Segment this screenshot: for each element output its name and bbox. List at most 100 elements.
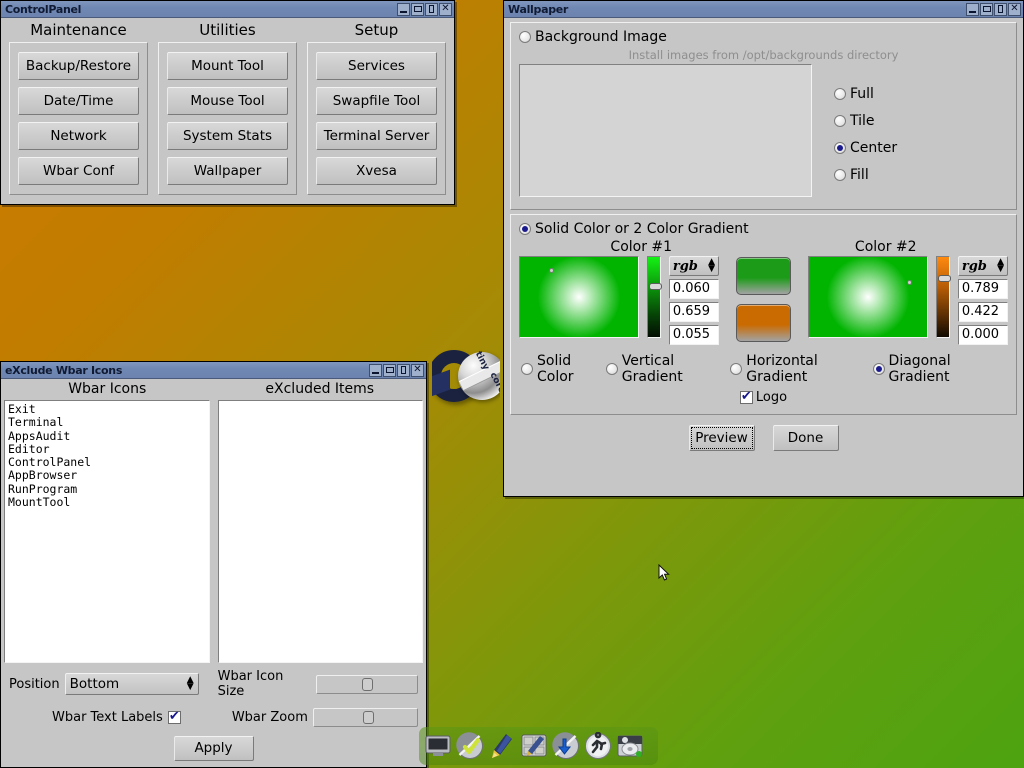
color1-hue-square[interactable] bbox=[519, 256, 639, 338]
color1-field-g[interactable]: 0.659 bbox=[669, 302, 719, 322]
color1-field-b[interactable]: 0.055 bbox=[669, 325, 719, 345]
color1-field-r[interactable]: 0.060 bbox=[669, 279, 719, 299]
control-panel-titlebar[interactable]: ControlPanel ✕ bbox=[1, 1, 454, 18]
slider-thumb[interactable] bbox=[649, 283, 662, 290]
btn-terminal-server[interactable]: Terminal Server bbox=[316, 122, 437, 150]
column-group: Services Swapfile Tool Terminal Server X… bbox=[307, 42, 446, 195]
radio-solid-color-or-gradient[interactable]: Solid Color or 2 Color Gradient bbox=[519, 221, 1008, 237]
position-label: Position bbox=[9, 677, 60, 692]
color2-field-b[interactable]: 0.000 bbox=[958, 325, 1008, 345]
color2-mode-label: rgb bbox=[962, 259, 987, 274]
color1-mode-select[interactable]: rgb ▲▼ bbox=[669, 256, 719, 276]
radio-background-image[interactable]: Background Image bbox=[519, 29, 1008, 45]
list-item[interactable]: Terminal bbox=[8, 416, 206, 429]
radio-vertical-gradient[interactable]: Vertical Gradient bbox=[606, 353, 731, 385]
minimize-icon[interactable] bbox=[397, 3, 410, 16]
color2-hue-square[interactable] bbox=[808, 256, 928, 338]
radio-diagonal-gradient[interactable]: Diagonal Gradient bbox=[873, 353, 1006, 385]
wbar-zoom-slider[interactable] bbox=[313, 708, 418, 727]
list-item[interactable]: RunProgram bbox=[8, 483, 206, 496]
minimize-icon[interactable] bbox=[966, 3, 979, 16]
radio-label: Center bbox=[850, 140, 897, 156]
gradient-type-radio-group: Solid Color Vertical Gradient Horizontal… bbox=[519, 345, 1008, 385]
slider-thumb[interactable] bbox=[362, 678, 373, 691]
radio-label: Vertical Gradient bbox=[622, 353, 731, 385]
radio-solid-color[interactable]: Solid Color bbox=[521, 353, 606, 385]
chevron-updown-icon: ▲▼ bbox=[708, 259, 715, 273]
btn-system-stats[interactable]: System Stats bbox=[167, 122, 288, 150]
terminal-icon[interactable] bbox=[424, 732, 452, 760]
btn-backup-restore[interactable]: Backup/Restore bbox=[18, 52, 139, 80]
excluded-items-header: eXcluded Items bbox=[214, 379, 427, 400]
btn-mount-tool[interactable]: Mount Tool bbox=[167, 52, 288, 80]
mouse-cursor bbox=[658, 564, 670, 582]
radio-label: Fill bbox=[850, 167, 869, 183]
color1-title: Color #1 bbox=[519, 239, 764, 255]
radio-indicator bbox=[834, 142, 846, 154]
editor-pen-icon[interactable] bbox=[488, 732, 516, 760]
preview-button[interactable]: Preview bbox=[689, 425, 755, 451]
color2-value-slider[interactable] bbox=[936, 256, 950, 338]
list-item[interactable]: AppBrowser bbox=[8, 469, 206, 482]
close-icon[interactable]: ✕ bbox=[439, 3, 452, 16]
apps-audit-icon[interactable] bbox=[456, 732, 484, 760]
list-item[interactable]: MountTool bbox=[8, 496, 206, 509]
list-item[interactable]: Editor bbox=[8, 443, 206, 456]
wbar-text-labels-checkbox[interactable] bbox=[168, 711, 181, 724]
color2-field-g[interactable]: 0.422 bbox=[958, 302, 1008, 322]
restore-icon[interactable] bbox=[397, 364, 410, 377]
app-browser-icon[interactable] bbox=[552, 732, 580, 760]
btn-mouse-tool[interactable]: Mouse Tool bbox=[167, 87, 288, 115]
list-item[interactable]: ControlPanel bbox=[8, 456, 206, 469]
chevron-updown-icon: ▲▼ bbox=[185, 677, 196, 691]
wbar-icons-list[interactable]: ExitTerminalAppsAuditEditorControlPanelA… bbox=[4, 400, 210, 663]
radio-mode-fill[interactable]: Fill bbox=[834, 167, 897, 183]
close-icon[interactable]: ✕ bbox=[411, 364, 424, 377]
color1-swatch[interactable] bbox=[736, 257, 791, 295]
radio-mode-center[interactable]: Center bbox=[834, 140, 897, 156]
btn-date-time[interactable]: Date/Time bbox=[18, 87, 139, 115]
wallpaper-titlebar[interactable]: Wallpaper ✕ bbox=[504, 1, 1023, 18]
radio-indicator bbox=[730, 363, 742, 375]
btn-swapfile-tool[interactable]: Swapfile Tool bbox=[316, 87, 437, 115]
wbar-icon-size-slider[interactable] bbox=[316, 675, 418, 694]
restore-icon[interactable] bbox=[994, 3, 1007, 16]
wbar-icons-header: Wbar Icons bbox=[1, 379, 214, 400]
btn-services[interactable]: Services bbox=[316, 52, 437, 80]
color1-mode-label: rgb bbox=[673, 259, 698, 274]
exclude-wbar-titlebar[interactable]: eXclude Wbar Icons ✕ bbox=[1, 362, 426, 379]
color2-fields: rgb ▲▼ 0.789 0.422 0.000 bbox=[958, 256, 1008, 345]
color2-swatch[interactable] bbox=[736, 304, 791, 342]
color2-field-r[interactable]: 0.789 bbox=[958, 279, 1008, 299]
apply-button[interactable]: Apply bbox=[174, 736, 254, 761]
slider-thumb[interactable] bbox=[938, 275, 951, 282]
color2-mode-select[interactable]: rgb ▲▼ bbox=[958, 256, 1008, 276]
btn-wbar-conf[interactable]: Wbar Conf bbox=[18, 157, 139, 185]
list-item[interactable]: Exit bbox=[8, 403, 206, 416]
btn-xvesa[interactable]: Xvesa bbox=[316, 157, 437, 185]
run-program-icon[interactable] bbox=[584, 732, 612, 760]
mount-tool-icon[interactable] bbox=[616, 732, 644, 760]
maximize-icon[interactable] bbox=[383, 364, 396, 377]
background-image-preview[interactable] bbox=[519, 64, 812, 197]
control-panel-icon[interactable] bbox=[520, 732, 548, 760]
btn-network[interactable]: Network bbox=[18, 122, 139, 150]
restore-icon[interactable] bbox=[425, 3, 438, 16]
wbar-icon-size-label: Wbar Icon Size bbox=[218, 669, 312, 699]
maximize-icon[interactable] bbox=[980, 3, 993, 16]
color1-value-slider[interactable] bbox=[647, 256, 661, 338]
list-item[interactable]: AppsAudit bbox=[8, 430, 206, 443]
close-icon[interactable]: ✕ bbox=[1008, 3, 1021, 16]
done-button[interactable]: Done bbox=[773, 425, 839, 451]
radio-mode-full[interactable]: Full bbox=[834, 86, 897, 102]
radio-horizontal-gradient[interactable]: Horizontal Gradient bbox=[730, 353, 872, 385]
logo-checkbox[interactable] bbox=[740, 391, 753, 404]
color2-marker bbox=[907, 280, 912, 285]
position-select[interactable]: Bottom ▲▼ bbox=[65, 673, 199, 695]
minimize-icon[interactable] bbox=[369, 364, 382, 377]
excluded-items-list[interactable] bbox=[218, 400, 424, 663]
radio-mode-tile[interactable]: Tile bbox=[834, 113, 897, 129]
maximize-icon[interactable] bbox=[411, 3, 424, 16]
slider-thumb[interactable] bbox=[363, 711, 374, 724]
btn-wallpaper[interactable]: Wallpaper bbox=[167, 157, 288, 185]
